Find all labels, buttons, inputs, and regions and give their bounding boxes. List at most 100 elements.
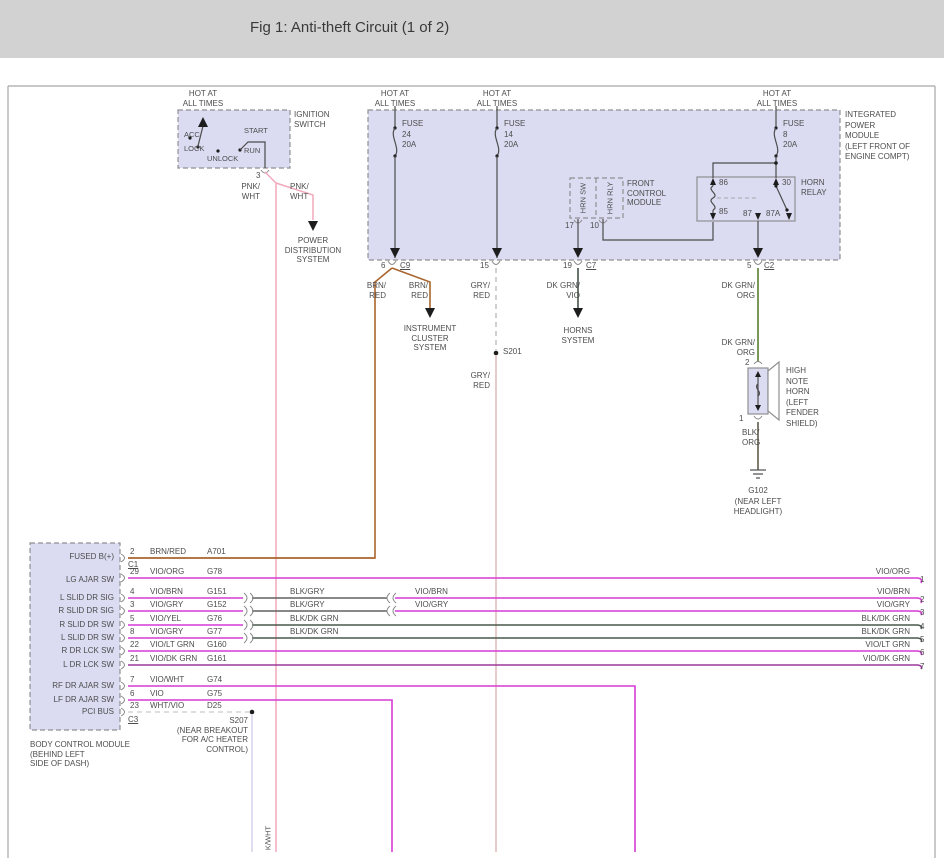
hot-at-all-times-4: HOT AT ALL TIMES: [749, 89, 805, 108]
instrument-cluster-system: INSTRUMENT CLUSTER SYSTEM: [384, 324, 476, 353]
fcm-pin-10: 10: [590, 221, 599, 231]
horn-pin-2: 2: [745, 358, 749, 368]
bcm-pin-3: 3: [130, 600, 134, 610]
right-pin-3: 3: [920, 608, 924, 618]
ignition-pos-acc: ACC: [184, 130, 200, 139]
right-pin-6: 6: [920, 648, 924, 658]
bcm-circuit-a701: A701: [207, 547, 226, 557]
bcm-wire-viogry-1: VIO/GRY: [150, 600, 183, 610]
hrn-sw-label: HRN SW: [579, 183, 588, 213]
mid-wire-blkdkgrn-1: BLK/DK GRN: [290, 614, 338, 624]
bcm-pin-22: 22: [130, 640, 139, 650]
ipm-pin-brackets: [388, 261, 762, 265]
right-pin-4: 4: [920, 622, 924, 632]
wire-blkorg: BLK/ ORG: [742, 428, 760, 447]
wire-dkgrnorg-1: DK GRN/ ORG: [710, 281, 755, 300]
bcm-circuit-g77: G77: [207, 627, 222, 637]
bcm-row-wires: [128, 578, 918, 852]
bcm-wire-viowht: VIO/WHT: [150, 675, 184, 685]
wire-pnkwht: [265, 172, 318, 852]
bcm-wire-viogry-2: VIO/GRY: [150, 627, 183, 637]
right-wire-violtgrn: VIO/LT GRN: [830, 640, 910, 650]
relay-pin-87: 87: [743, 209, 752, 219]
wire-gryred: [494, 268, 499, 852]
ipm-pin-6: 6: [381, 261, 385, 271]
bcm-fn-r-dr-lck-sw: R DR LCK SW: [40, 646, 114, 656]
bcm-circuit-g161: G161: [207, 654, 227, 664]
wire-gryred-2: GRY/ RED: [462, 371, 490, 390]
ipm-conn-c2: C2: [764, 261, 774, 271]
bcm-wire-whtvio: WHT/VIO: [150, 701, 184, 711]
ipm-pin-5: 5: [747, 261, 751, 271]
bcm-fn-l-slid-dr-sig: L SLID DR SIG: [40, 593, 114, 603]
fuse-14-label: FUSE 14 20A: [504, 119, 525, 151]
integrated-power-module-label: INTEGRATED POWER MODULE (LEFT FRONT OF E…: [845, 110, 910, 163]
bcm-wire-viobrn: VIO/BRN: [150, 587, 183, 597]
bcm-pin-2: 2: [130, 547, 134, 557]
bcm-fn-l-dr-lck-sw: L DR LCK SW: [40, 660, 114, 670]
bcm-pin-5: 5: [130, 614, 134, 624]
right-pin-5: 5: [920, 635, 924, 645]
ipm-conn-c7: C7: [586, 261, 596, 271]
wire-pnkwht-right: PNK/ WHT: [290, 182, 314, 201]
wire-knwht-vertical: K/WHT: [264, 826, 273, 850]
bcm-module-label: BODY CONTROL MODULE (BEHIND LEFT SIDE OF…: [30, 740, 130, 769]
bcm-fn-l-slid-dr-sw: L SLID DR SW: [40, 633, 114, 643]
bcm-circuit-g160: G160: [207, 640, 227, 650]
ground-g102-location: (NEAR LEFT HEADLIGHT): [714, 497, 802, 516]
fuse-8-label: FUSE 8 20A: [783, 119, 804, 151]
ground-g102: G102: [738, 486, 778, 496]
bcm-wire-vioorg: VIO/ORG: [150, 567, 184, 577]
hrn-rly-label: HRN RLY: [606, 182, 615, 214]
wire-brnred-2: BRN/ RED: [400, 281, 428, 300]
bcm-pin-brackets: [121, 554, 125, 716]
wire-gryred-1: GRY/ RED: [462, 281, 490, 300]
bcm-fn-r-slid-dr-sig: R SLID DR SIG: [40, 606, 114, 616]
relay-pin-30: 30: [782, 178, 791, 188]
right-pin-1: 1: [920, 575, 924, 585]
ipm-conn-c9: C9: [400, 261, 410, 271]
mid-wire-blkgry-1: BLK/GRY: [290, 587, 325, 597]
splice-s207: S207 (NEAR BREAKOUT FOR A/C HEATER CONTR…: [150, 716, 248, 754]
horn-relay-label: HORN RELAY: [801, 178, 827, 197]
ignition-pos-lock: LOCK: [184, 144, 204, 153]
right-wire-vioorg: VIO/ORG: [830, 567, 910, 577]
horn-pin-1: 1: [739, 414, 743, 424]
bcm-fn-fused-b: FUSED B(+): [40, 552, 114, 562]
bcm-pin-7: 7: [130, 675, 134, 685]
power-distribution-system: POWER DISTRIBUTION SYSTEM: [270, 236, 356, 265]
bcm-circuit-g74: G74: [207, 675, 222, 685]
fuse-24-label: FUSE 24 20A: [402, 119, 423, 151]
ipm-pin-19: 19: [563, 261, 572, 271]
ignition-switch-box: [178, 110, 290, 173]
bcm-pin-29: 29: [130, 567, 139, 577]
fcm-pin-17: 17: [565, 221, 574, 231]
bcm-wire-vioyel: VIO/YEL: [150, 614, 181, 624]
right-wire-viogry: VIO/GRY: [830, 600, 910, 610]
right-pin-7: 7: [920, 662, 924, 672]
bcm-fn-rf-dr-ajar-sw: RF DR AJAR SW: [40, 681, 114, 691]
ignition-switch-label: IGNITION SWITCH: [294, 110, 330, 129]
bcm-fn-r-slid-dr-sw: R SLID DR SW: [40, 620, 114, 630]
wire-dkgrnorg-2: DK GRN/ ORG: [710, 338, 755, 357]
bcm-pin-4: 4: [130, 587, 134, 597]
front-control-module-label: FRONT CONTROL MODULE: [627, 179, 666, 208]
bcm-circuit-g75: G75: [207, 689, 222, 699]
bcm-fn-lg-ajar-sw: LG AJAR SW: [40, 575, 114, 585]
right-pin-2: 2: [920, 595, 924, 605]
relay-pin-86: 86: [719, 178, 728, 188]
high-note-horn: [748, 362, 779, 421]
ignition-pin-3: 3: [256, 171, 260, 181]
right-wire-blkdkgrn-2: BLK/DK GRN: [830, 627, 910, 637]
mid-wire-viobrn: VIO/BRN: [415, 587, 448, 597]
ignition-pos-start: START: [244, 126, 268, 135]
right-wire-viobrn: VIO/BRN: [830, 587, 910, 597]
right-wire-viodkgrn: VIO/DK GRN: [830, 654, 910, 664]
bcm-wire-violtgrn: VIO/LT GRN: [150, 640, 195, 650]
bcm-wire-vio: VIO: [150, 689, 164, 699]
wire-dkgrnvio: DK GRN/ VIO: [532, 281, 580, 300]
wire-brnred: [128, 268, 435, 558]
horns-system: HORNS SYSTEM: [548, 326, 608, 345]
ignition-pos-unlock: UNLOCK: [207, 154, 238, 163]
wire-brnred-1: BRN/ RED: [358, 281, 386, 300]
